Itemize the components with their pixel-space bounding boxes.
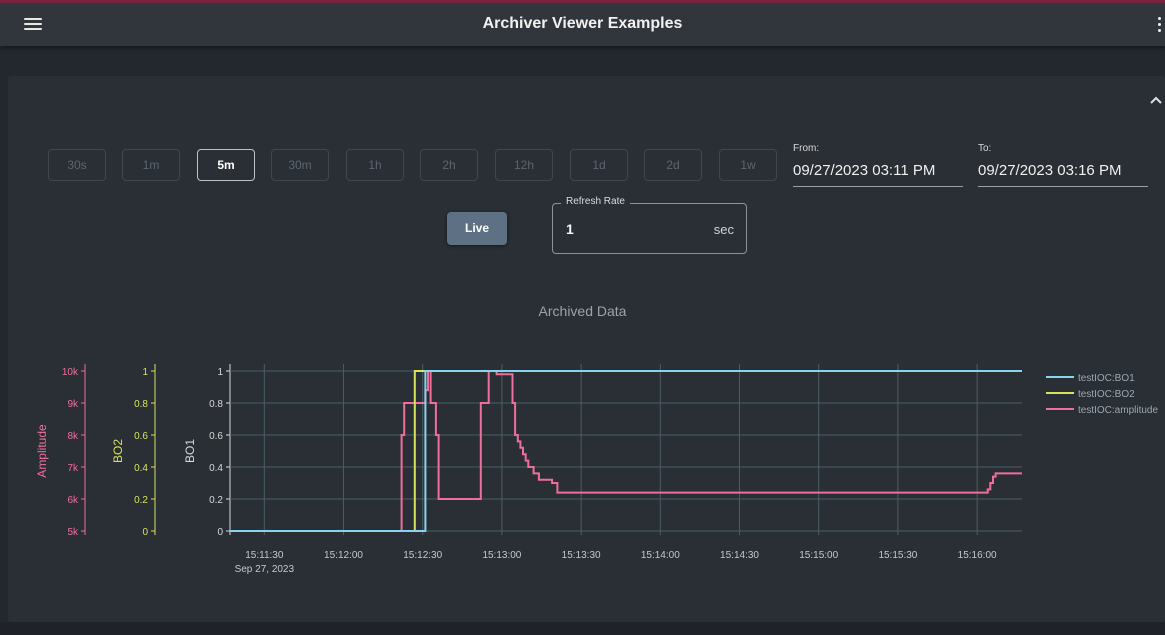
series-line-testioc-bo2 (230, 370, 1022, 532)
y-tick-label-amplitude: 7k (67, 463, 79, 474)
y-tick-label-bo2: 0 (142, 527, 148, 538)
y-axis-title-bo1: BO1 (183, 439, 197, 463)
x-tick-label: 15:12:00 (324, 550, 363, 561)
y-tick-label-bo2: 1 (142, 367, 148, 378)
x-tick-label: 15:13:30 (562, 550, 601, 561)
x-tick-label: 15:15:00 (799, 550, 838, 561)
y-tick-label-bo2: 0.6 (134, 431, 148, 442)
x-tick-label: 15:16:00 (958, 550, 997, 561)
y-tick-label-bo1: 0.6 (209, 431, 223, 442)
bottom-bar (0, 622, 1165, 635)
y-axis-title-bo2: BO2 (111, 439, 125, 463)
y-tick-label-bo1: 0 (217, 527, 223, 538)
y-tick-label-bo1: 0.4 (209, 463, 223, 474)
y-tick-label-amplitude: 9k (67, 399, 79, 410)
y-tick-label-bo1: 0.2 (209, 495, 223, 506)
x-tick-label: 15:11:30 (245, 550, 284, 561)
y-tick-label-amplitude: 6k (67, 495, 79, 506)
x-tick-label: 15:14:00 (641, 550, 680, 561)
x-tick-label: 15:14:30 (720, 550, 759, 561)
y-tick-label-bo1: 1 (217, 367, 223, 378)
y-tick-label-bo2: 0.4 (134, 463, 148, 474)
x-tick-label: 15:13:00 (482, 550, 521, 561)
x-tick-label: 15:12:30 (403, 550, 442, 561)
x-date-label: Sep 27, 2023 (235, 564, 295, 575)
legend-item-label: testIOC:BO1 (1078, 373, 1135, 384)
y-tick-label-bo2: 0.2 (134, 495, 148, 506)
y-tick-label-amplitude: 10k (62, 367, 79, 378)
archived-data-chart: 15:11:30 15:12:00 15:12:30 15:13:00 15:13:30… (35, 364, 1158, 575)
series-line-testioc-bo1 (230, 370, 1022, 532)
legend-item-label: testIOC:amplitude (1078, 405, 1158, 416)
y-tick-label-bo2: 0.8 (134, 399, 148, 410)
series-line-testioc-amplitude (230, 370, 1022, 532)
y-axis-title-amplitude: Amplitude (35, 424, 49, 478)
legend-item-label: testIOC:BO2 (1078, 389, 1135, 400)
x-tick-label: 15:15:30 (878, 550, 917, 561)
y-tick-label-amplitude: 5k (67, 527, 79, 538)
y-tick-label-amplitude: 8k (67, 431, 79, 442)
y-tick-label-bo1: 0.8 (209, 399, 223, 410)
